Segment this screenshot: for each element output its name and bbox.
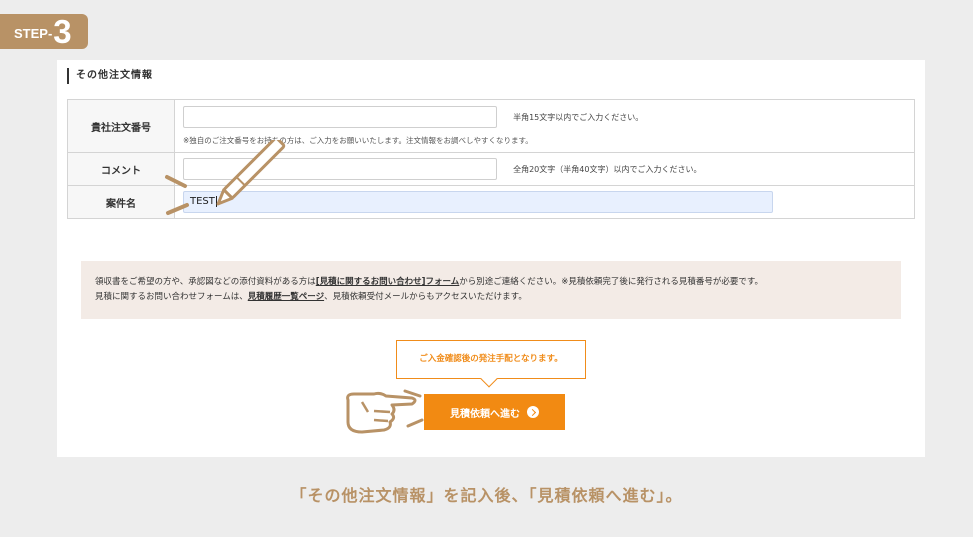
case-name-value: TEST bbox=[190, 196, 215, 207]
case-name-cell: TEST bbox=[174, 185, 915, 219]
form-row-comment: コメント 全角20文字（半角40文字）以内でご入力ください。 bbox=[67, 152, 915, 186]
order-number-input[interactable] bbox=[183, 106, 497, 128]
proceed-to-quote-button[interactable]: 見積依頼へ進む bbox=[424, 394, 565, 430]
step-badge: STEP- 3 bbox=[0, 14, 88, 49]
order-number-cell: 半角15文字以内でご入力ください。 ※独自のご注文番号をお持ちの方は、ご入力をお… bbox=[174, 99, 915, 153]
order-number-label: 貴社注文番号 bbox=[67, 99, 175, 153]
step-label: STEP- bbox=[14, 26, 53, 41]
comment-cell: 全角20文字（半角40文字）以内でご入力ください。 bbox=[174, 152, 915, 186]
info-line-2: 見積に関するお問い合わせフォームは、見積履歴一覧ページ、見積依頼受付メールからも… bbox=[95, 290, 887, 305]
quote-history-link[interactable]: 見積履歴一覧ページ bbox=[248, 292, 324, 302]
form-row-order-number: 貴社注文番号 半角15文字以内でご入力ください。 ※独自のご注文番号をお持ちの方… bbox=[67, 99, 915, 153]
inquiry-form-link[interactable]: [見積に関するお問い合わせ]フォーム bbox=[316, 277, 460, 287]
order-number-hint: 半角15文字以内でご入力ください。 bbox=[513, 112, 644, 122]
form-row-case-name: 案件名 TEST bbox=[67, 185, 915, 219]
comment-hint: 全角20文字（半角40文字）以内でご入力ください。 bbox=[513, 164, 702, 174]
info-line-1: 領収書をご希望の方や、承認図などの添付資料がある方は[見積に関するお問い合わせ]… bbox=[95, 275, 887, 290]
order-info-panel: その他注文情報 貴社注文番号 半角15文字以内でご入力ください。 ※独自のご注文… bbox=[57, 60, 925, 457]
info-box: 領収書をご希望の方や、承認図などの添付資料がある方は[見積に関するお問い合わせ]… bbox=[81, 261, 901, 319]
info-text: 、見積依頼受付メールからもアクセスいただけます。 bbox=[324, 292, 527, 302]
tooltip-text: ご入金確認後の発注手配となります。 bbox=[419, 354, 563, 364]
order-number-note: ※独自のご注文番号をお持ちの方は、ご入力をお願いいたします。注文情報をお調べしや… bbox=[183, 136, 533, 145]
info-text: から別途ご連絡ください。※見積依頼完了後に発行される見積番号が必要です。 bbox=[459, 277, 764, 287]
text-caret bbox=[215, 195, 217, 207]
payment-tooltip: ご入金確認後の発注手配となります。 bbox=[396, 340, 586, 388]
order-info-form: 貴社注文番号 半角15文字以内でご入力ください。 ※独自のご注文番号をお持ちの方… bbox=[67, 99, 915, 219]
step-number: 3 bbox=[53, 13, 72, 50]
case-name-label: 案件名 bbox=[67, 185, 175, 219]
arrow-right-circle-icon bbox=[527, 406, 539, 418]
proceed-button-label: 見積依頼へ進む bbox=[450, 408, 520, 420]
comment-label: コメント bbox=[67, 152, 175, 186]
case-name-input[interactable]: TEST bbox=[183, 191, 773, 213]
info-text: 領収書をご希望の方や、承認図などの添付資料がある方は bbox=[95, 277, 316, 287]
tooltip-arrow bbox=[480, 370, 498, 388]
comment-input[interactable] bbox=[183, 158, 497, 180]
section-title: その他注文情報 bbox=[67, 68, 153, 84]
info-text: 見積に関するお問い合わせフォームは、 bbox=[95, 292, 248, 302]
instruction-caption: 「その他注文情報」を記入後、「見積依頼へ進む」。 bbox=[290, 486, 683, 505]
